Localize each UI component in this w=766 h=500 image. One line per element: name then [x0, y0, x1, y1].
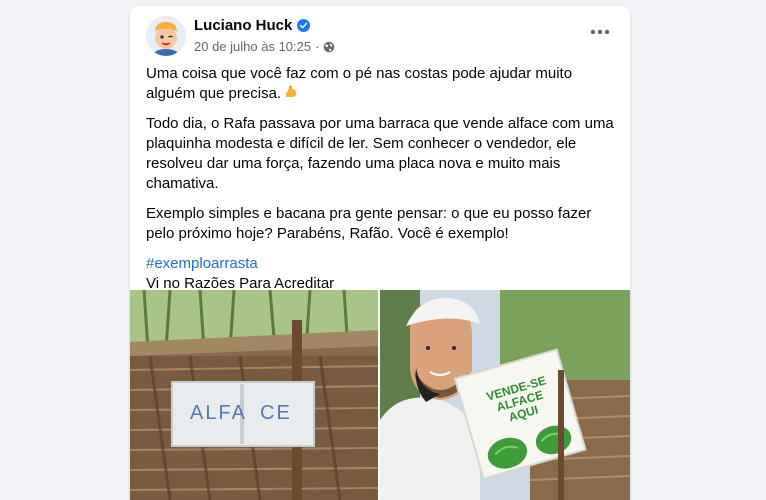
author-avatar[interactable]	[146, 16, 186, 56]
flexed-biceps-icon	[283, 84, 299, 100]
hashtag-link[interactable]: #exemploarrasta	[146, 254, 258, 274]
author-name[interactable]: Luciano Huck	[194, 17, 311, 34]
post-paragraph-3: Exemplo simples e bacana pra gente pensa…	[146, 205, 592, 242]
old-sign-right-text: CE	[260, 402, 292, 424]
post-paragraph-2: Todo dia, o Rafa passava por uma barraca…	[146, 115, 614, 192]
post-meta: 20 de julho às 10:25 ·	[194, 39, 335, 54]
post-header: Luciano Huck 20 de julho às 10:25 ·	[130, 6, 630, 62]
post-card: Luciano Huck 20 de julho às 10:25 · Uma …	[130, 6, 630, 500]
post-body: Uma coisa que você faz com o pé nas cost…	[146, 64, 614, 294]
author-name-text[interactable]: Luciano Huck	[194, 17, 292, 34]
post-paragraph-1: Uma coisa que você faz com o pé nas cost…	[146, 64, 614, 104]
globe-icon[interactable]	[323, 41, 335, 53]
old-sign-left-text: ALFA	[190, 402, 247, 424]
more-options-icon[interactable]	[586, 22, 614, 42]
verified-badge-icon	[297, 19, 311, 32]
hashtag-line: #exemploarrasta	[146, 254, 614, 274]
photo-grid: ALFA CE VENDE-SE ALFACE AQUI	[130, 290, 630, 500]
meta-separator: ·	[315, 39, 320, 54]
paragraph-1-text: Uma coisa que você faz com o pé nas cost…	[146, 65, 573, 102]
photo-old-sign[interactable]: ALFA CE	[130, 290, 378, 500]
post-timestamp[interactable]: 20 de julho às 10:25	[194, 39, 311, 54]
photo-new-sign[interactable]: VENDE-SE ALFACE AQUI	[380, 290, 630, 500]
